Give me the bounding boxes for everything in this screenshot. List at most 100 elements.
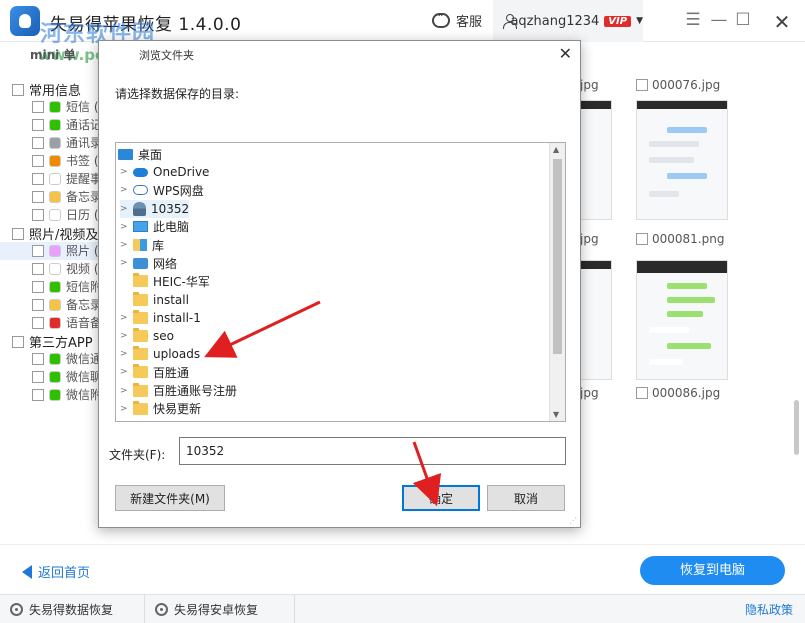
thumbnail-label[interactable]: 000086.jpg xyxy=(636,386,720,400)
recover-to-computer-button[interactable]: 恢复到电脑 xyxy=(640,556,785,585)
app-ring-icon xyxy=(10,602,23,616)
thumbnail-label[interactable]: 000076.jpg xyxy=(636,78,720,92)
sub-category-item[interactable]: 提醒事 xyxy=(32,170,102,187)
tab-android-recovery[interactable]: 失易得安卓恢复 xyxy=(145,595,295,623)
thumbnail-image[interactable] xyxy=(636,100,728,220)
close-icon[interactable]: ✕ xyxy=(770,10,794,34)
expand-chevron-icon[interactable]: > xyxy=(120,185,128,195)
folder-node[interactable]: HEIC-华军 xyxy=(120,272,210,290)
sub-category-checkbox[interactable] xyxy=(32,370,44,383)
folder-node[interactable]: > seo xyxy=(120,327,174,345)
folder-node[interactable]: > install-1 xyxy=(120,309,201,327)
expand-chevron-icon[interactable]: > xyxy=(120,222,128,232)
thumbnail-image[interactable] xyxy=(580,260,612,380)
sub-category-item[interactable]: 通讯录 xyxy=(32,134,102,151)
sub-category-item[interactable]: 日历 (1 xyxy=(32,206,106,223)
expand-chevron-icon[interactable]: > xyxy=(120,367,128,377)
expand-chevron-icon[interactable]: > xyxy=(120,313,128,323)
scrollbar-thumb[interactable] xyxy=(553,159,562,354)
sub-category-checkbox[interactable] xyxy=(32,136,44,149)
resize-grip-icon[interactable]: ⋰ xyxy=(569,516,577,525)
username: aqzhang1234 xyxy=(510,13,600,29)
cancel-button[interactable]: 取消 xyxy=(487,485,565,511)
sub-category-checkbox[interactable] xyxy=(32,262,44,275)
expand-chevron-icon[interactable]: > xyxy=(120,258,128,268)
folder-node[interactable]: > 百胜通 xyxy=(120,363,189,381)
thumbnail-checkbox[interactable] xyxy=(636,233,648,245)
sub-category-item[interactable]: 视频 (2 xyxy=(32,260,106,277)
sub-category-checkbox[interactable] xyxy=(32,208,44,221)
sub-category-item[interactable]: 微信聊 xyxy=(32,368,102,385)
folder-node[interactable]: > 此电脑 xyxy=(120,218,189,236)
sub-category-item[interactable]: 短信附 xyxy=(32,278,102,295)
sub-category-item[interactable]: 语音备 xyxy=(32,314,102,331)
folder-node[interactable]: >10352 xyxy=(120,199,190,218)
folder-input[interactable] xyxy=(179,437,566,465)
expand-chevron-icon[interactable]: > xyxy=(120,349,128,359)
sub-category-checkbox[interactable] xyxy=(32,172,44,185)
category-0[interactable]: 常用信息 xyxy=(12,80,81,99)
sub-category-item[interactable]: 微信通 xyxy=(32,350,102,367)
folder-node[interactable]: > 网络 xyxy=(120,254,177,272)
sub-category-checkbox[interactable] xyxy=(32,190,44,203)
back-home-link[interactable]: 返回首页 xyxy=(22,562,90,581)
category-checkbox[interactable] xyxy=(12,227,24,240)
expand-chevron-icon[interactable]: > xyxy=(120,386,128,396)
category-checkbox[interactable] xyxy=(12,335,24,348)
close-icon[interactable]: ✕ xyxy=(559,44,572,63)
folder-node[interactable]: > 快易更新 xyxy=(120,400,201,418)
folder-tree[interactable]: 桌面 > OneDrive > WPS网盘 >10352 > 此电脑 > 库 > 网络 HEIC-华军 i… xyxy=(115,142,566,422)
category-2[interactable]: 第三方APP xyxy=(12,332,93,351)
sub-category-item[interactable]: 书签 (6 xyxy=(32,152,106,169)
sub-category-checkbox[interactable] xyxy=(32,280,44,293)
sub-category-checkbox[interactable] xyxy=(32,244,44,257)
folder-node-label: 百胜通账号注册 xyxy=(153,384,238,399)
expand-chevron-icon[interactable]: > xyxy=(120,167,128,177)
expand-chevron-icon[interactable]: > xyxy=(120,204,128,214)
category-checkbox[interactable] xyxy=(12,83,24,96)
folder-node[interactable]: > 库 xyxy=(120,236,164,254)
user-account-menu[interactable]: aqzhang1234 VIP ▼ xyxy=(493,0,643,42)
thumbnail-checkbox[interactable] xyxy=(636,79,648,91)
thumbnail-label[interactable]: 000081.png xyxy=(636,232,724,246)
new-folder-button[interactable]: 新建文件夹(M) xyxy=(115,485,225,511)
toolbar-partial-label: mini 单 xyxy=(30,48,76,62)
sub-category-checkbox[interactable] xyxy=(32,154,44,167)
privacy-policy-link[interactable]: 隐私政策 xyxy=(745,601,793,618)
scroll-up-icon[interactable]: ▲ xyxy=(553,145,559,154)
sub-category-item[interactable]: 微信附 xyxy=(32,386,102,403)
sub-category-checkbox[interactable] xyxy=(32,100,44,113)
expand-chevron-icon[interactable]: > xyxy=(120,404,128,414)
folder-tree-scrollbar[interactable]: ▲ ▼ xyxy=(549,143,565,421)
expand-chevron-icon[interactable]: > xyxy=(120,331,128,341)
sub-category-item[interactable]: 短信 (6 xyxy=(32,98,106,115)
sub-category-item[interactable]: 备忘录 xyxy=(32,188,102,205)
sub-category-checkbox[interactable] xyxy=(32,298,44,311)
sub-category-checkbox[interactable] xyxy=(32,118,44,131)
menu-icon[interactable]: ☰ xyxy=(681,10,705,30)
folder-node[interactable]: > uploads xyxy=(120,345,200,363)
folder-node[interactable]: > OneDrive xyxy=(120,163,209,181)
folder-node[interactable]: > WPS网盘 xyxy=(120,181,204,199)
minimize-icon[interactable]: — xyxy=(707,10,731,30)
folder-node[interactable]: > 百胜通账号注册 xyxy=(120,382,237,400)
sub-category-checkbox[interactable] xyxy=(32,352,44,365)
maximize-icon[interactable]: ☐ xyxy=(731,10,755,30)
folder-node[interactable]: 桌面 xyxy=(118,145,162,163)
tab-data-recovery[interactable]: 失易得数据恢复 xyxy=(0,595,145,623)
main-scrollbar[interactable] xyxy=(794,400,799,455)
sub-category-item[interactable]: 通话记 xyxy=(32,116,102,133)
thumbnail-image[interactable] xyxy=(636,260,728,380)
sub-category-item[interactable]: 备忘录 xyxy=(32,296,102,313)
customer-service-button[interactable]: 客服 xyxy=(432,9,482,30)
thumbnail-checkbox[interactable] xyxy=(636,387,648,399)
sub-category-checkbox[interactable] xyxy=(32,316,44,329)
category-1[interactable]: 照片/视频及 xyxy=(12,224,98,243)
sub-category-checkbox[interactable] xyxy=(32,388,44,401)
expand-chevron-icon[interactable]: > xyxy=(120,240,128,250)
thumbnail-image[interactable] xyxy=(580,100,612,220)
sub-category-item[interactable]: 照片 (3 xyxy=(32,242,106,259)
folder-node[interactable]: install xyxy=(120,291,189,309)
ok-button[interactable]: 确定 xyxy=(402,485,480,511)
scroll-down-icon[interactable]: ▼ xyxy=(553,410,559,419)
